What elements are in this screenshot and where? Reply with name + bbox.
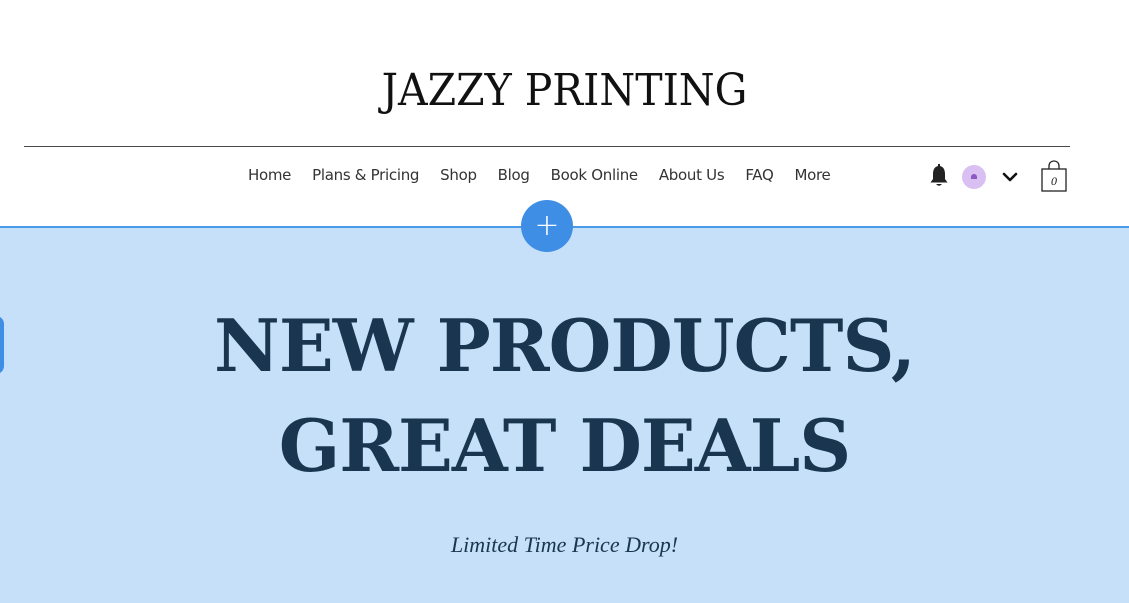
- nav-item-book-online[interactable]: Book Online: [551, 166, 638, 184]
- header-divider: [24, 146, 1070, 147]
- add-section-button[interactable]: +: [521, 200, 573, 252]
- hero-subheading: Limited Time Price Drop!: [450, 532, 679, 557]
- chevron-down-icon[interactable]: [1000, 167, 1020, 187]
- nav-item-about-us[interactable]: About Us: [659, 166, 725, 184]
- cart-count: 0: [1051, 174, 1057, 188]
- site-title[interactable]: JAZZY PRINTING: [0, 60, 1129, 120]
- avatar[interactable]: [962, 165, 986, 189]
- nav-item-faq[interactable]: FAQ: [745, 166, 773, 184]
- page: JAZZY PRINTING Home Plans & Pricing Shop…: [0, 0, 1129, 603]
- hero-heading-line-1: NEW PRODUCTS,: [214, 303, 916, 388]
- hero-heading-line-2: GREAT DEALS: [278, 403, 852, 488]
- hero-heading: NEW PRODUCTS, GREAT DEALS: [0, 296, 1129, 496]
- side-panel-tab[interactable]: [0, 316, 4, 374]
- main-nav: Home Plans & Pricing Shop Blog Book Onli…: [248, 162, 852, 188]
- nav-item-home[interactable]: Home: [248, 166, 291, 184]
- shopping-bag-icon[interactable]: 0: [1039, 159, 1069, 193]
- nav-item-more[interactable]: More: [795, 166, 831, 184]
- bell-icon[interactable]: [928, 163, 950, 189]
- nav-item-blog[interactable]: Blog: [498, 166, 530, 184]
- nav-item-shop[interactable]: Shop: [440, 166, 477, 184]
- nav-item-plans-pricing[interactable]: Plans & Pricing: [312, 166, 419, 184]
